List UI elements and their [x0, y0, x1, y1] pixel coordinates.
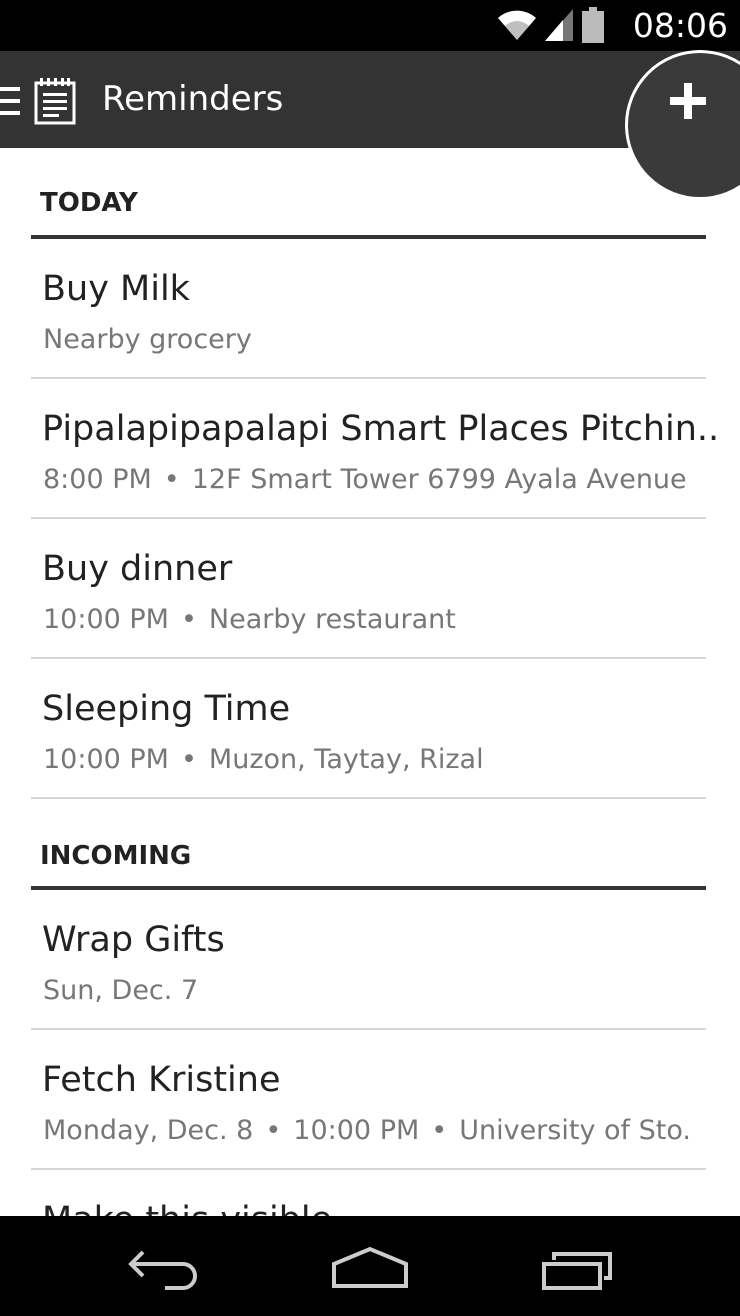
app-title: Reminders — [102, 79, 284, 119]
list-item[interactable]: Sleeping Time 10:00 PM • Muzon, Taytay, Ri… — [31, 659, 706, 799]
item-title: Buy Milk — [42, 269, 190, 309]
notepad-icon[interactable] — [34, 77, 76, 125]
navigation-bar — [0, 1216, 740, 1316]
list-item[interactable]: Pipalapipapalapi Smart Places Pitchin.. … — [31, 379, 719, 519]
reminder-list[interactable]: TODAY Buy Milk Nearby grocery Pipalapipa… — [0, 148, 740, 1216]
item-subtitle: 10:00 PM • Muzon, Taytay, Rizal — [43, 744, 484, 775]
signal-icon — [545, 9, 573, 41]
item-subtitle: 8:00 PM • 12F Smart Tower 6799 Ayala Avenu… — [43, 464, 687, 495]
add-icon[interactable] — [670, 83, 706, 119]
home-icon[interactable] — [330, 1246, 410, 1290]
status-icons — [497, 6, 605, 44]
section-title: INCOMING — [40, 841, 192, 871]
item-title: Fetch Kristine — [42, 1060, 281, 1100]
item-subtitle: Nearby grocery — [43, 324, 252, 355]
section-header-today: TODAY — [31, 148, 706, 239]
list-item[interactable]: Fetch Kristine Monday, Dec. 8 • 10:00 PM • U… — [31, 1030, 706, 1170]
list-item[interactable]: Buy Milk Nearby grocery — [31, 239, 706, 379]
item-title: Make this visible — [42, 1200, 332, 1216]
item-subtitle: Sun, Dec. 7 — [43, 975, 199, 1006]
clock: 08:06 — [632, 6, 728, 45]
list-item[interactable]: Buy dinner 10:00 PM • Nearby restaurant — [31, 519, 706, 659]
item-title: Wrap Gifts — [42, 920, 225, 960]
item-subtitle: 10:00 PM • Nearby restaurant — [43, 604, 456, 635]
item-subtitle: Monday, Dec. 8 • 10:00 PM • University of St… — [43, 1115, 691, 1146]
item-title: Sleeping Time — [42, 689, 291, 729]
menu-icon[interactable] — [0, 87, 20, 115]
list-item[interactable]: Wrap Gifts Sun, Dec. 7 — [31, 890, 706, 1030]
list-item[interactable]: Make this visible — [31, 1170, 706, 1216]
item-title: Buy dinner — [42, 549, 233, 589]
section-title: TODAY — [40, 188, 138, 218]
battery-icon — [582, 7, 604, 43]
recent-apps-icon[interactable] — [540, 1248, 616, 1292]
wifi-icon — [498, 10, 536, 40]
item-title: Pipalapipapalapi Smart Places Pitchin.. — [42, 409, 720, 449]
action-bar: Reminders — [0, 50, 740, 200]
status-bar: 08:06 — [0, 0, 740, 51]
back-icon[interactable] — [125, 1246, 203, 1290]
section-header-incoming: INCOMING — [31, 799, 706, 890]
